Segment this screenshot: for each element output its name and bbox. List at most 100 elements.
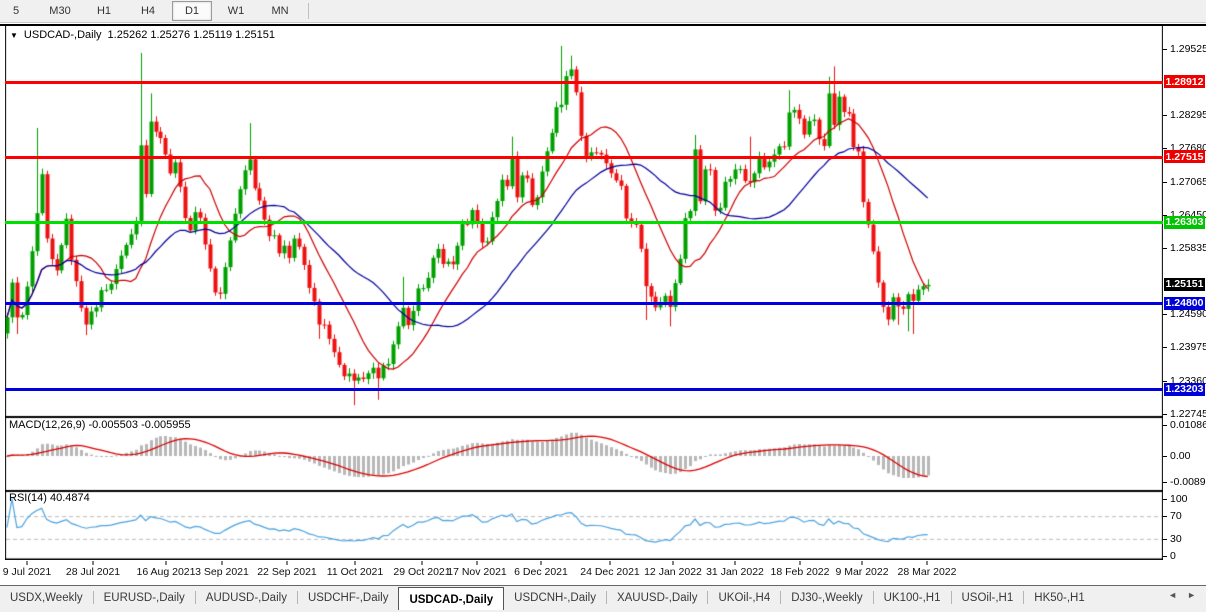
chevron-down-icon[interactable]: ▼ xyxy=(10,30,18,41)
date-tick-mark xyxy=(609,561,611,565)
tab-dj30-weekly[interactable]: DJ30-,Weekly xyxy=(781,586,872,607)
date-tick-label: 28 Jul 2021 xyxy=(65,566,121,578)
price-tick-mark xyxy=(1163,148,1167,149)
tab-usoil-h1[interactable]: USOil-,H1 xyxy=(952,586,1024,607)
tab-usdcad-daily[interactable]: USDCAD-,Daily xyxy=(398,587,505,610)
price-axis[interactable]: 1.295251.282951.276801.270651.264501.258… xyxy=(1163,26,1206,562)
tab-eurusd-daily[interactable]: EURUSD-,Daily xyxy=(94,586,195,607)
price-tick-label: 1.27065 xyxy=(1170,176,1206,188)
price-tick-label: 1.25835 xyxy=(1170,242,1206,254)
price-chart-canvas[interactable] xyxy=(5,26,1163,560)
price-line-label-1.23203: 1.23203 xyxy=(1164,382,1205,396)
timeframe-button-W1[interactable]: W1 xyxy=(216,1,256,21)
date-tick-mark xyxy=(165,561,167,565)
indicator-tick-label: 0 xyxy=(1170,550,1176,562)
timeframe-button-D1[interactable]: D1 xyxy=(172,1,212,21)
indicator-tick-mark xyxy=(1163,499,1167,500)
date-tick-mark xyxy=(799,561,801,565)
timeframe-toolbar: 5 M30 H1 H4 D1 W1 MN xyxy=(0,0,1206,23)
chart-ohlc-values: 1.25262 1.25276 1.25119 1.25151 xyxy=(107,29,275,41)
date-tick-mark xyxy=(421,561,423,565)
timeframe-button-5[interactable]: 5 xyxy=(0,1,36,21)
chart-symbol-label: USDCAD-,Daily xyxy=(23,29,102,41)
date-tick-label: 31 Jan 2022 xyxy=(706,566,764,578)
tab-usdx-weekly[interactable]: USDX,Weekly xyxy=(0,586,93,607)
tab-scroll-right-icon[interactable]: ► xyxy=(1187,590,1196,600)
date-tick-label: 3 Sep 2021 xyxy=(195,566,249,578)
date-tick-mark xyxy=(734,561,736,565)
price-line-label-1.25151: 1.25151 xyxy=(1164,277,1205,291)
tab-uk100-h1[interactable]: UK100-,H1 xyxy=(874,586,951,607)
tab-ukoil-h4[interactable]: UKOil-,H4 xyxy=(708,586,780,607)
rsi-label: RSI(14) 40.4874 xyxy=(9,492,90,504)
price-tick-mark xyxy=(1163,414,1167,415)
date-tick-label: 6 Dec 2021 xyxy=(514,566,568,578)
date-tick-label: 11 Oct 2021 xyxy=(326,566,384,578)
tab-scroll-left-icon[interactable]: ◄ xyxy=(1168,590,1177,600)
mt4-terminal: { "toolbar": { "timeframes": [ {"label":… xyxy=(0,0,1206,612)
tab-xauusd-daily[interactable]: XAUUSD-,Daily xyxy=(607,586,708,607)
tab-hk50-h1[interactable]: HK50-,H1 xyxy=(1024,586,1095,607)
date-tick-mark xyxy=(861,561,863,565)
date-tick-label: 24 Dec 2021 xyxy=(580,566,640,578)
date-tick-label: 16 Aug 2021 xyxy=(136,566,196,578)
price-tick-mark xyxy=(1163,115,1167,116)
price-tick-mark xyxy=(1163,381,1167,382)
timeframe-button-M30[interactable]: M30 xyxy=(40,1,80,21)
timeframe-buttons: 5 M30 H1 H4 D1 W1 MN xyxy=(0,1,302,21)
symbol-tab-bar: USDX,Weekly EURUSD-,Daily AUDUSD-,Daily USD… xyxy=(0,586,1206,612)
timeframe-button-MN[interactable]: MN xyxy=(260,1,300,21)
indicator-tick-mark xyxy=(1163,456,1167,457)
indicator-tick-label: 70 xyxy=(1170,510,1182,522)
date-tick-label: 9 Jul 2021 xyxy=(2,566,52,578)
indicator-tick-label: 100 xyxy=(1170,493,1188,505)
indicator-tick-label: 0.010869 xyxy=(1170,419,1206,431)
price-tick-mark xyxy=(1163,248,1167,249)
chart-plot-area[interactable] xyxy=(5,26,1163,560)
date-tick-label: 22 Sep 2021 xyxy=(257,566,317,578)
indicator-tick-mark xyxy=(1163,556,1167,557)
price-line-label-1.27515: 1.27515 xyxy=(1164,150,1205,164)
indicator-tick-label: 0.00 xyxy=(1170,450,1191,462)
price-tick-label: 1.23975 xyxy=(1170,341,1206,353)
macd-label: MACD(12,26,9) -0.005503 -0.005955 xyxy=(9,419,191,431)
date-tick-mark xyxy=(26,561,28,565)
date-tick-mark xyxy=(540,561,542,565)
price-tick-label: 1.24590 xyxy=(1170,308,1206,320)
date-tick-mark xyxy=(354,561,356,565)
date-tick-mark xyxy=(476,561,478,565)
indicator-tick-label: 30 xyxy=(1170,533,1182,545)
date-axis[interactable]: 9 Jul 2021 28 Jul 2021 16 Aug 2021 3 Sep 20… xyxy=(2,561,1163,583)
tab-usdchf-daily[interactable]: USDCHF-,Daily xyxy=(298,586,399,607)
price-tick-label: 1.29525 xyxy=(1170,43,1206,55)
price-tick-mark xyxy=(1163,49,1167,50)
date-tick-mark xyxy=(221,561,223,565)
indicator-tick-mark xyxy=(1163,516,1167,517)
indicator-tick-mark xyxy=(1163,482,1167,483)
tab-scroll-arrows: ◄ ► xyxy=(1168,586,1206,600)
indicator-tick-label: -0.008974 xyxy=(1170,476,1206,488)
chart-title: ▼ USDCAD-,Daily 1.25262 1.25276 1.25119 … xyxy=(10,29,275,41)
price-tick-mark xyxy=(1163,314,1167,315)
date-tick-mark xyxy=(92,561,94,565)
date-tick-label: 9 Mar 2022 xyxy=(835,566,889,578)
date-tick-label: 29 Oct 2021 xyxy=(393,566,451,578)
date-tick-label: 12 Jan 2022 xyxy=(644,566,702,578)
price-line-label-1.28912: 1.28912 xyxy=(1164,75,1205,88)
date-tick-mark xyxy=(926,561,928,565)
indicator-tick-mark xyxy=(1163,539,1167,540)
timeframe-button-H4[interactable]: H4 xyxy=(128,1,168,21)
timeframe-button-H1[interactable]: H1 xyxy=(84,1,124,21)
price-line-label-1.24800: 1.24800 xyxy=(1164,296,1205,310)
date-tick-label: 17 Nov 2021 xyxy=(447,566,507,578)
tab-audusd-daily[interactable]: AUDUSD-,Daily xyxy=(196,586,297,607)
date-tick-label: 28 Mar 2022 xyxy=(897,566,957,578)
tab-usdcnh-daily[interactable]: USDCNH-,Daily xyxy=(504,586,606,607)
price-line-label-1.26303: 1.26303 xyxy=(1164,215,1205,229)
date-tick-mark xyxy=(286,561,288,565)
price-tick-label: 1.28295 xyxy=(1170,109,1206,121)
price-tick-mark xyxy=(1163,347,1167,348)
date-tick-mark xyxy=(672,561,674,565)
price-tick-mark xyxy=(1163,182,1167,183)
indicator-tick-mark xyxy=(1163,425,1167,426)
